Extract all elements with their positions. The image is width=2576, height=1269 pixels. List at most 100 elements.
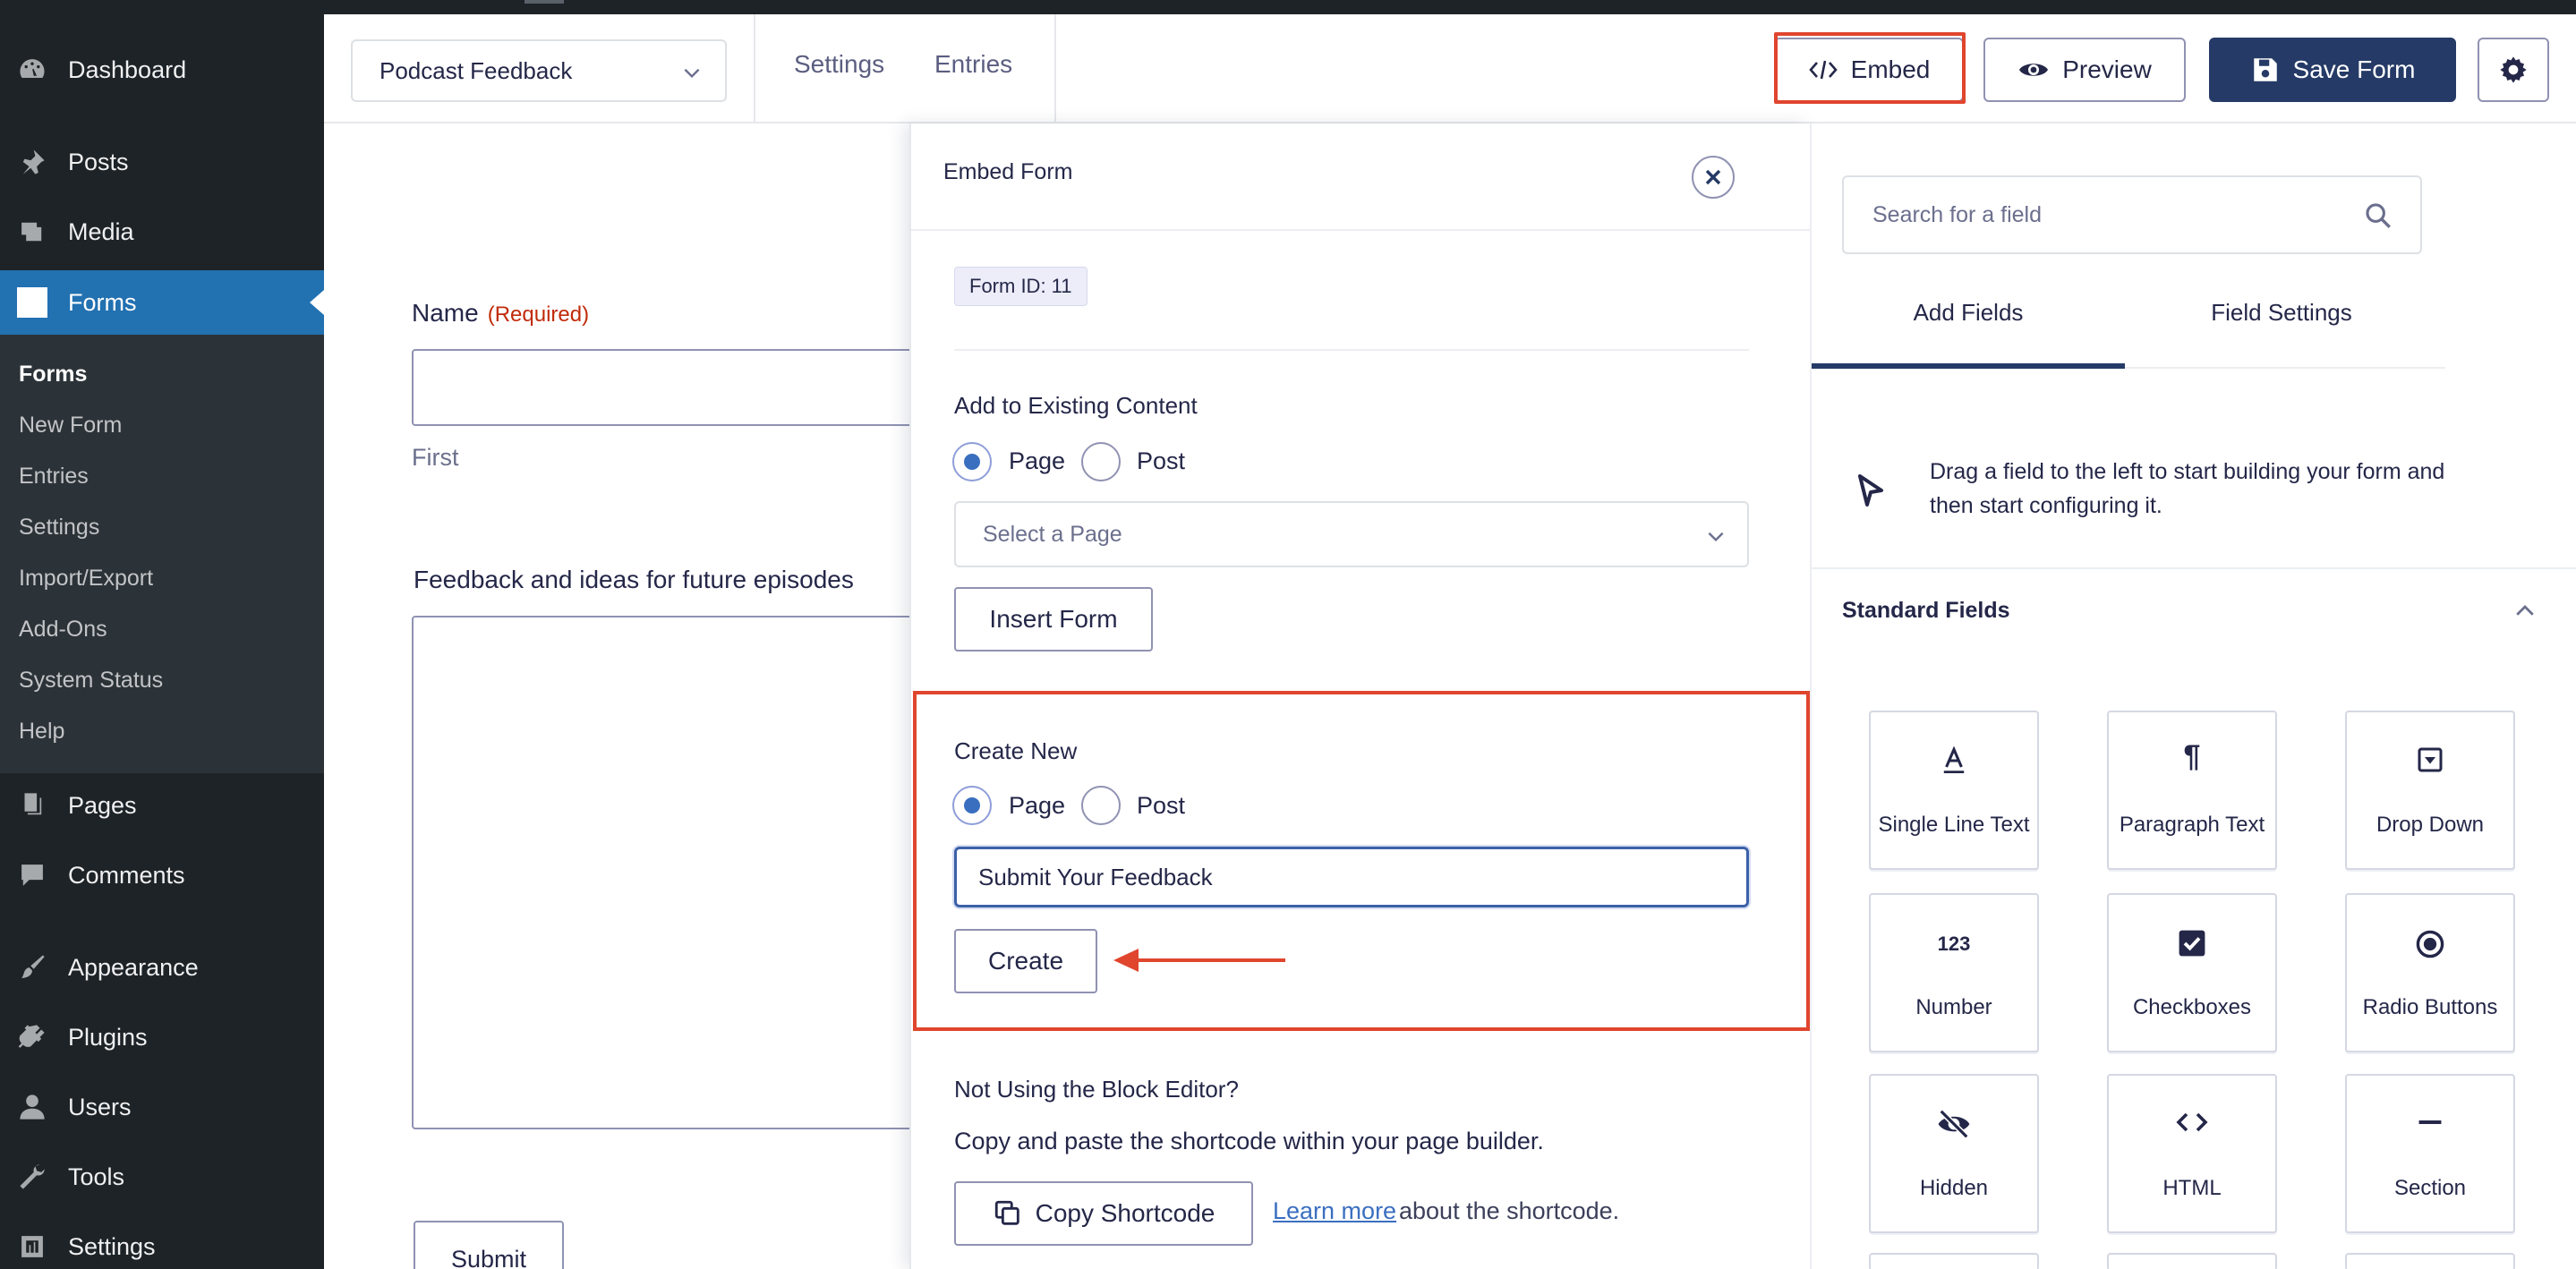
new-page-title-input[interactable]: Submit Your Feedback	[954, 847, 1749, 907]
field-label: Hidden	[1919, 1176, 1989, 1200]
field-paragraph-text[interactable]: ¶ Paragraph Text	[2107, 711, 2277, 870]
first-sublabel: First	[412, 444, 459, 471]
sidebar-item-pages[interactable]: Pages	[0, 773, 324, 838]
save-icon	[2253, 58, 2277, 81]
save-form-button[interactable]: Save Form	[2209, 38, 2456, 102]
field-hidden[interactable]: Hidden	[1869, 1074, 2039, 1233]
section-icon	[2347, 1110, 2513, 1135]
chevron-up-icon[interactable]	[2512, 598, 2538, 625]
arrow-left-icon	[1113, 949, 1285, 972]
field-radio-buttons[interactable]: Radio Buttons	[2345, 893, 2515, 1052]
admin-sidebar: Dashboard Posts Media Forms Forms New Fo…	[0, 0, 324, 1269]
submenu-forms[interactable]: Forms	[19, 362, 87, 388]
divider	[954, 349, 1749, 351]
radio-icon	[2347, 929, 2513, 959]
sidebar-item-label: Plugins	[68, 1023, 148, 1051]
new-post-radio[interactable]	[1081, 786, 1121, 825]
field-label: HTML	[2162, 1176, 2222, 1200]
standard-fields-heading[interactable]: Standard Fields	[1842, 598, 2010, 624]
submenu-new-form[interactable]: New Form	[19, 413, 122, 439]
sidebar-item-users[interactable]: Users	[0, 1075, 324, 1139]
learn-more-tail: about the shortcode.	[1399, 1197, 1620, 1224]
toolbar-divider	[754, 14, 755, 123]
sidebar-item-plugins[interactable]: Plugins	[0, 1005, 324, 1069]
drag-hint-text: Drag a field to the left to start buildi…	[1930, 459, 2445, 518]
field-checkboxes[interactable]: Checkboxes	[2107, 893, 2277, 1052]
copy-shortcode-label: Copy Shortcode	[1035, 1199, 1215, 1227]
submenu-import-export[interactable]: Import/Export	[19, 566, 153, 592]
existing-page-radio[interactable]	[952, 442, 992, 481]
hidden-icon	[1871, 1110, 2037, 1138]
tab-field-settings[interactable]: Field Settings	[2125, 299, 2438, 327]
entries-link[interactable]: Entries	[934, 50, 1012, 79]
close-icon	[1705, 169, 1721, 185]
existing-post-radio[interactable]	[1081, 442, 1121, 481]
sidebar-item-label: Settings	[68, 1232, 156, 1260]
comment-icon	[16, 859, 48, 891]
learn-more-link[interactable]: Learn more	[1273, 1197, 1396, 1225]
submit-button[interactable]: Submit	[414, 1221, 564, 1269]
page-select-dropdown[interactable]: Select a Page	[954, 501, 1749, 567]
field-label: Checkboxes	[2132, 995, 2252, 1019]
sidebar-item-label: Comments	[68, 861, 185, 889]
submenu-settings[interactable]: Settings	[19, 515, 99, 541]
field-drop-down[interactable]: Drop Down	[2345, 711, 2515, 870]
search-icon	[2366, 203, 2391, 228]
user-icon	[16, 1091, 48, 1123]
field-search-input[interactable]: Search for a field	[1842, 175, 2422, 254]
code-icon	[2109, 1110, 2275, 1135]
sidebar-item-settings[interactable]: Settings	[0, 1214, 324, 1269]
sidebar-item-media[interactable]: Media	[0, 200, 324, 264]
copy-icon	[994, 1200, 1019, 1225]
forms-submenu: Forms New Form Entries Settings Import/E…	[0, 335, 324, 773]
submenu-system-status[interactable]: System Status	[19, 668, 163, 694]
gear-icon	[2500, 56, 2527, 83]
field-section[interactable]: Section	[2345, 1074, 2515, 1233]
copy-shortcode-button[interactable]: Copy Shortcode	[954, 1181, 1253, 1246]
sidebar-item-posts[interactable]: Posts	[0, 130, 324, 194]
field-label: Radio Buttons	[2362, 995, 2498, 1019]
existing-content-heading: Add to Existing Content	[954, 392, 1198, 419]
field-card-partial[interactable]	[2107, 1253, 2277, 1269]
sidebar-item-label: Media	[68, 217, 134, 245]
page-select-placeholder: Select a Page	[983, 521, 1122, 547]
create-button[interactable]: Create	[954, 929, 1097, 993]
field-html[interactable]: HTML	[2107, 1074, 2277, 1233]
chevron-down-icon	[1708, 532, 1724, 542]
field-card-partial[interactable]	[1869, 1253, 2039, 1269]
sidebar-item-tools[interactable]: Tools	[0, 1145, 324, 1209]
preview-button[interactable]: Preview	[1983, 38, 2186, 102]
insert-form-button[interactable]: Insert Form	[954, 587, 1153, 652]
eye-icon	[2019, 64, 2049, 76]
close-button[interactable]	[1692, 156, 1735, 199]
submenu-help[interactable]: Help	[19, 719, 64, 745]
field-single-line-text[interactable]: Single Line Text	[1869, 711, 2039, 870]
plug-icon	[16, 1021, 48, 1053]
field-label: Paragraph Text	[2119, 813, 2265, 837]
sidebar-item-label: Posts	[68, 148, 129, 175]
feedback-textarea[interactable]	[412, 616, 949, 1129]
sidebar-item-comments[interactable]: Comments	[0, 843, 324, 907]
name-first-input[interactable]	[412, 349, 949, 426]
field-number[interactable]: 123 Number	[1869, 893, 2039, 1052]
sidebar-item-appearance[interactable]: Appearance	[0, 935, 324, 1000]
form-switcher-value: Podcast Feedback	[380, 56, 573, 84]
settings-link[interactable]: Settings	[794, 50, 884, 79]
existing-post-label: Post	[1137, 447, 1186, 474]
embed-form-panel: Embed Form Form ID: 11 Add to Existing C…	[909, 123, 1812, 1269]
fields-panel: Search for a field Add Fields Field Sett…	[1810, 123, 2576, 1269]
form-switcher-dropdown[interactable]: Podcast Feedback	[351, 39, 727, 102]
sidebar-item-dashboard[interactable]: Dashboard	[0, 38, 324, 102]
sidebar-item-forms[interactable]: Forms	[0, 270, 324, 335]
submenu-entries[interactable]: Entries	[19, 464, 89, 490]
field-card-partial[interactable]	[2345, 1253, 2515, 1269]
tab-add-fields[interactable]: Add Fields	[1812, 299, 2125, 327]
new-page-radio[interactable]	[952, 786, 992, 825]
number-glyph: 123	[1937, 933, 1971, 955]
copy-shortcode-hint: Copy and paste the shortcode within your…	[954, 1128, 1544, 1154]
brush-icon	[16, 951, 48, 984]
name-field-label: Name (Required)	[412, 299, 589, 328]
active-tab-indicator	[1812, 363, 2125, 369]
form-settings-button[interactable]	[2478, 38, 2549, 102]
submenu-add-ons[interactable]: Add-Ons	[19, 617, 107, 643]
